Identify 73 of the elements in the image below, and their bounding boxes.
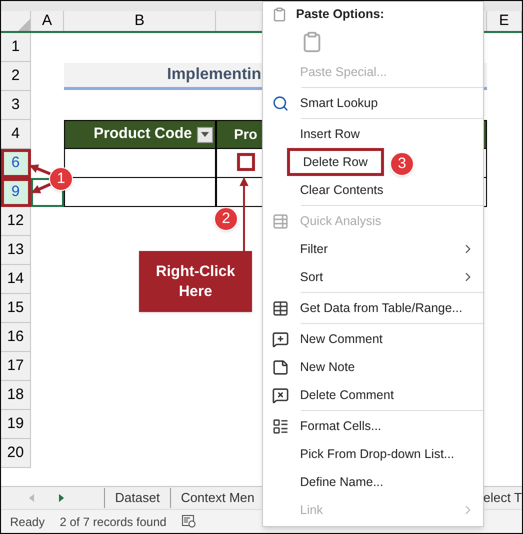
menu-label: Filter bbox=[299, 240, 329, 258]
row-header[interactable]: 13 bbox=[1, 236, 31, 265]
column-heading: Pro bbox=[234, 125, 258, 144]
menu-label: Link bbox=[299, 502, 324, 519]
clipboard-icon bbox=[301, 31, 323, 53]
row-header[interactable]: 14 bbox=[1, 265, 31, 294]
row-header[interactable]: 3 bbox=[1, 91, 31, 120]
menu-item[interactable]: Insert Row bbox=[263, 120, 373, 148]
row-header[interactable]: 20 bbox=[1, 439, 31, 468]
menu-item[interactable]: New Comment bbox=[263, 325, 396, 353]
form-icon bbox=[272, 418, 289, 434]
menu-item[interactable]: Define Name... bbox=[263, 468, 396, 496]
status-text: Ready bbox=[10, 514, 45, 530]
table-icon bbox=[272, 300, 289, 316]
menu-item[interactable]: Sort bbox=[263, 263, 336, 291]
menu-item[interactable]: Get Data from Table/Range... bbox=[263, 294, 476, 322]
sheet-tab[interactable]: Dataset bbox=[105, 487, 170, 509]
menu-label: New Comment bbox=[299, 330, 384, 348]
menu-label: Smart Lookup bbox=[299, 94, 379, 112]
filter-button[interactable] bbox=[197, 126, 213, 142]
row-header[interactable]: 2 bbox=[1, 62, 31, 91]
accessibility-icon[interactable] bbox=[182, 515, 196, 528]
column-heading: Product Code bbox=[94, 124, 192, 144]
menu-label: Insert Row bbox=[299, 126, 361, 143]
row-header[interactable]: 17 bbox=[1, 352, 31, 381]
menu-label: Sort bbox=[299, 268, 324, 286]
sheet-title: Implementin bbox=[167, 65, 262, 85]
menu-item[interactable]: Delete Row bbox=[263, 148, 384, 176]
comment-plus-icon bbox=[272, 330, 289, 348]
menu-item[interactable]: Delete Comment bbox=[263, 381, 407, 409]
menu-label: Format Cells... bbox=[299, 418, 382, 435]
step-marker: 2 bbox=[214, 207, 238, 231]
sheet-tab[interactable]: Context Men bbox=[170, 487, 265, 509]
corner-triangle-icon bbox=[18, 19, 30, 31]
comment-x-icon bbox=[272, 386, 289, 404]
caret-icon bbox=[201, 132, 209, 137]
menu-item[interactable]: Format Cells... bbox=[263, 412, 394, 440]
step-marker: 1 bbox=[49, 167, 73, 191]
row-header[interactable]: 15 bbox=[1, 294, 31, 323]
search-icon bbox=[272, 94, 289, 112]
highlight-box bbox=[237, 153, 255, 171]
menu-label: New Note bbox=[299, 358, 356, 376]
column-header[interactable]: A bbox=[31, 11, 64, 31]
menu-heading: Paste Options: bbox=[296, 6, 384, 23]
menu-label: Get Data from Table/Range... bbox=[299, 300, 464, 317]
menu-label: Quick Analysis bbox=[299, 212, 382, 230]
menu-label: Clear Contents bbox=[299, 182, 384, 199]
sheet-tab[interactable]: elect T bbox=[482, 487, 522, 509]
menu-label: Pick From Drop-down List... bbox=[299, 446, 456, 463]
menu-item[interactable]: New Note bbox=[263, 353, 368, 381]
menu-label: Define Name... bbox=[299, 474, 384, 491]
row-header[interactable]: 6 bbox=[1, 149, 31, 178]
row-header[interactable]: 4 bbox=[1, 120, 31, 149]
row-header[interactable]: 19 bbox=[1, 410, 31, 439]
menu-label: Delete Comment bbox=[299, 386, 395, 404]
menu-label: Delete Row bbox=[287, 148, 384, 176]
scroll-right-icon[interactable] bbox=[59, 494, 64, 502]
row-header[interactable]: 16 bbox=[1, 323, 31, 352]
menu-item[interactable]: Pick From Drop-down List... bbox=[263, 440, 468, 468]
row-header[interactable]: 9 bbox=[1, 178, 31, 207]
menu-item[interactable]: Smart Lookup bbox=[263, 89, 391, 117]
column-header[interactable]: E bbox=[487, 11, 522, 31]
menu-item[interactable]: Clear Contents bbox=[263, 176, 396, 204]
menu-label: Paste Special... bbox=[299, 64, 388, 81]
note-plus-icon bbox=[272, 358, 289, 376]
callout: Right-Click Here bbox=[139, 251, 252, 312]
clipboard-icon bbox=[272, 6, 287, 22]
row-header[interactable]: 18 bbox=[1, 381, 31, 410]
row-header[interactable]: 12 bbox=[1, 207, 31, 236]
menu-item[interactable]: Filter bbox=[263, 235, 341, 263]
record-count: 2 of 7 records found bbox=[60, 514, 166, 530]
column-header[interactable]: B bbox=[64, 11, 216, 31]
row-header[interactable]: 1 bbox=[1, 33, 31, 62]
